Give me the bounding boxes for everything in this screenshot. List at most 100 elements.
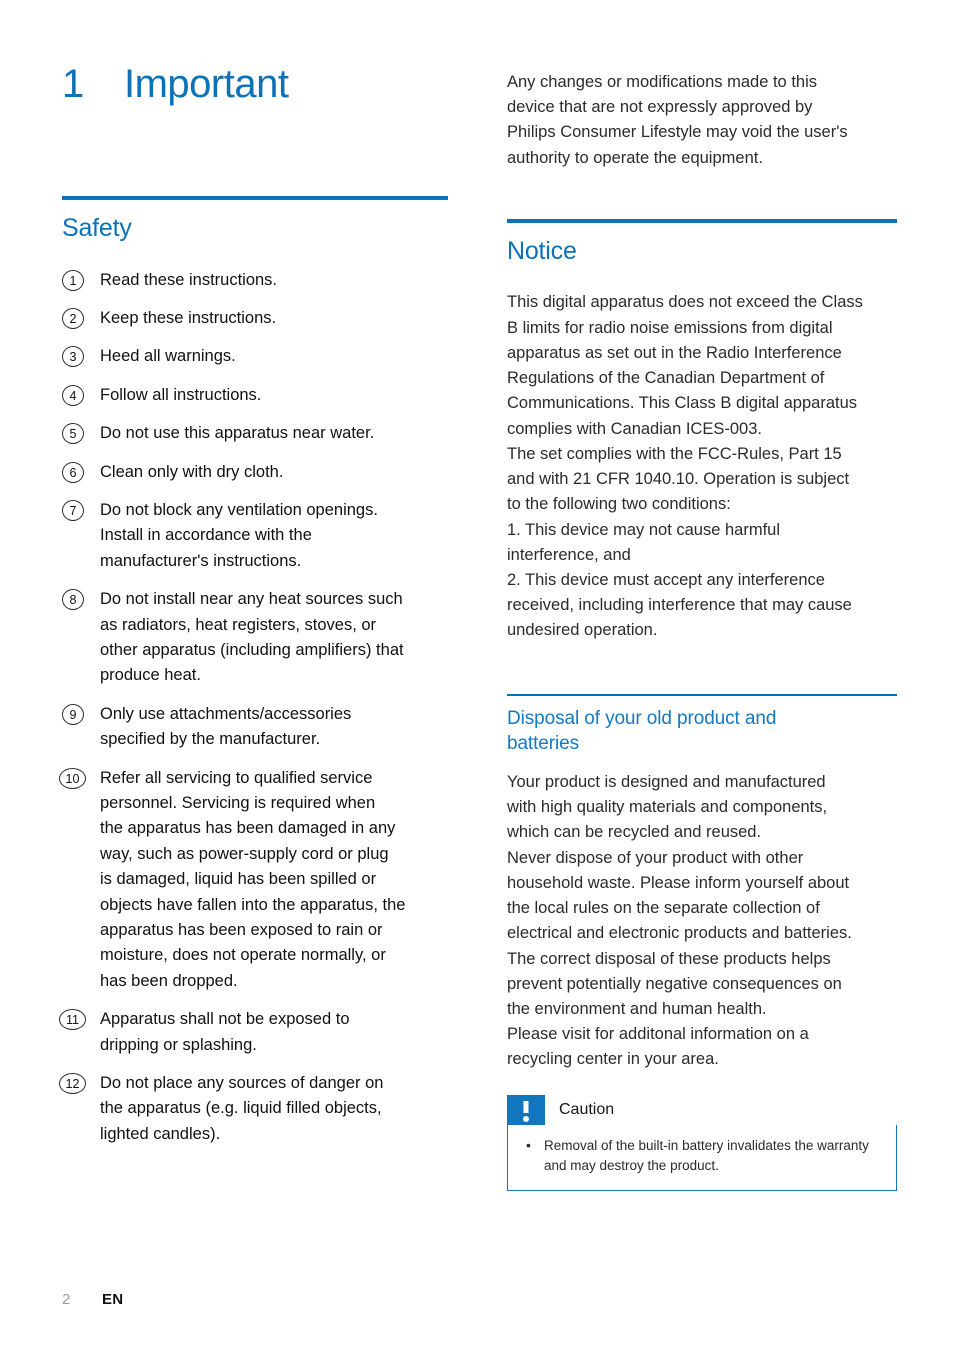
page-footer: 2 EN xyxy=(62,1291,123,1308)
text-line: interference, and xyxy=(507,545,631,564)
text-line: recycling center in your area. xyxy=(507,1050,719,1069)
safety-item-text: Keep these instructions. xyxy=(100,306,448,331)
notice-paragraph: This digital apparatus does not exceed t… xyxy=(507,290,897,643)
text-line: the local rules on the separate collecti… xyxy=(507,899,820,918)
text-line: Do not use this apparatus near water. xyxy=(100,424,375,443)
safety-list-item: 4 Follow all instructions. xyxy=(62,383,448,408)
safety-item-text: Clean only with dry cloth. xyxy=(100,460,448,485)
text-line: Never dispose of your product with other xyxy=(507,848,804,867)
text-line: Regulations of the Canadian Department o… xyxy=(507,369,825,388)
text-line: Do not block any ventilation openings. xyxy=(100,500,378,519)
text-line: household waste. Please inform yourself … xyxy=(507,873,850,892)
circled-number-icon: 12 xyxy=(59,1073,86,1095)
text-line: 1. This device may not cause harmful xyxy=(507,520,780,539)
text-line: Do not install near any heat sources suc… xyxy=(100,590,403,609)
disposal-section-divider xyxy=(507,693,897,696)
text-line: the apparatus (e.g. liquid filled object… xyxy=(100,1099,382,1118)
safety-list-item: 9 Only use attachments/accessories specifi… xyxy=(62,702,448,753)
exclamation-dot xyxy=(523,1115,529,1122)
text-line: apparatus has been exposed to rain or xyxy=(100,921,383,940)
page-title: 1 Important xyxy=(62,62,289,107)
safety-item-text: Only use attachments/accessories specifie… xyxy=(100,702,448,753)
right-column: Any changes or modifications made to thi… xyxy=(507,70,897,1191)
text-line: undesired operation. xyxy=(507,621,658,640)
language-code: EN xyxy=(102,1291,124,1308)
text-line: The correct disposal of these products h… xyxy=(507,949,831,968)
circled-number-icon: 9 xyxy=(62,703,84,725)
text-line: device that are not expressly approved b… xyxy=(507,98,813,117)
text-line: electrical and electronic products and b… xyxy=(507,924,852,943)
text-line: dripping or splashing. xyxy=(100,1035,257,1054)
page-number: 2 xyxy=(62,1291,71,1308)
text-line: which can be recycled and reused. xyxy=(507,823,762,842)
caution-header: Caution xyxy=(507,1094,897,1125)
text-line: specified by the manufacturer. xyxy=(100,730,321,749)
text-line: personnel. Servicing is required when xyxy=(100,794,376,812)
circled-number-icon: 10 xyxy=(59,767,86,789)
text-line: prevent potentially negative consequence… xyxy=(507,974,842,993)
disposal-heading: Disposal of your old product and batterie… xyxy=(507,706,897,756)
text-line: as radiators, heat registers, stoves, or xyxy=(100,615,377,634)
text-line: Disposal of your old product and xyxy=(507,707,777,729)
text-line: Philips Consumer Lifestyle may void the … xyxy=(507,123,848,142)
text-line: This digital apparatus does not exceed t… xyxy=(507,293,863,312)
text-line: objects have fallen into the apparatus, … xyxy=(100,895,406,914)
circled-number-icon: 7 xyxy=(62,499,84,521)
text-line: batteries xyxy=(507,732,579,754)
text-line: and with 21 CFR 1040.10. Operation is su… xyxy=(507,470,850,489)
text-line: Apparatus shall not be exposed to xyxy=(100,1010,350,1029)
disposal-paragraph: Your product is designed and manufacture… xyxy=(507,770,897,1073)
exclamation-icon xyxy=(507,1094,545,1125)
safety-list-item: 6 Clean only with dry cloth. xyxy=(62,460,448,485)
safety-item-text: Apparatus shall not be exposed to drippin… xyxy=(100,1007,448,1058)
circled-number-icon: 1 xyxy=(62,269,84,291)
text-line: Install in accordance with the xyxy=(100,526,312,545)
text-line: Only use attachments/accessories xyxy=(100,704,352,723)
safety-item-text: Do not use this apparatus near water. xyxy=(100,421,448,446)
left-column: Safety 1 Read these instructions. 2 Keep th… xyxy=(59,196,448,1160)
safety-list-item: 5 Do not use this apparatus near water. xyxy=(62,421,448,446)
text-line: 2. This device must accept any interfere… xyxy=(507,571,825,590)
safety-list-item: 7 Do not block any ventilation openings. I… xyxy=(62,498,448,574)
safety-list-item: 8 Do not install near any heat sources su… xyxy=(62,587,448,689)
fcc-intro-paragraph: Any changes or modifications made to thi… xyxy=(507,70,897,171)
text-line: received, including interference that ma… xyxy=(507,596,852,615)
notice-section-divider xyxy=(507,218,897,223)
safety-list-item: 3 Heed all warnings. xyxy=(62,344,448,369)
text-line: The set complies with the FCC-Rules, Par… xyxy=(507,444,842,463)
text-line: Heed all warnings. xyxy=(100,347,236,366)
safety-list-item: 10 Refer all servicing to qualified servi… xyxy=(59,766,448,995)
caution-title: Caution xyxy=(559,1100,615,1118)
circled-number-icon: 5 xyxy=(62,423,84,445)
text-line: manufacturer's instructions. xyxy=(100,551,302,570)
safety-heading: Safety xyxy=(62,214,132,242)
text-line: Communications. This Class B digital app… xyxy=(507,394,858,413)
text-line: has been dropped. xyxy=(100,971,238,990)
text-line: apparatus as set out in the Radio Interf… xyxy=(507,343,842,362)
text-line: authority to operate the equipment. xyxy=(507,148,763,167)
circled-number-icon: 8 xyxy=(62,589,84,611)
text-line: Refer all servicing to qualified service xyxy=(100,768,373,787)
chapter-number: 1 xyxy=(62,62,84,106)
text-line: complies with Canadian ICES-003. xyxy=(507,419,762,438)
circled-number-icon: 2 xyxy=(62,307,84,329)
text-line: other apparatus (including amplifiers) t… xyxy=(100,640,404,659)
safety-instruction-list: 1 Read these instructions. 2 Keep these ins… xyxy=(59,268,448,1148)
text-line: moisture, does not operate normally, or xyxy=(100,946,386,965)
text-line: Read these instructions. xyxy=(100,270,278,289)
text-line: with high quality materials and componen… xyxy=(507,798,828,817)
safety-list-item: 12 Do not place any sources of danger on t… xyxy=(59,1071,448,1147)
text-line: lighted candles). xyxy=(100,1124,221,1143)
text-line: to the following two conditions: xyxy=(507,495,731,514)
text-line: the environment and human health. xyxy=(507,999,767,1018)
safety-item-text: Follow all instructions. xyxy=(100,383,448,408)
caution-bullet-item: Removal of the built-in battery invalida… xyxy=(522,1135,882,1177)
caution-body: Removal of the built-in battery invalida… xyxy=(507,1124,897,1191)
safety-item-text: Refer all servicing to qualified service… xyxy=(100,766,448,995)
safety-item-text: Do not place any sources of danger on the… xyxy=(100,1071,448,1147)
chapter-title: Important xyxy=(124,62,289,106)
text-line: Keep these instructions. xyxy=(100,308,277,327)
safety-list-item: 11 Apparatus shall not be exposed to dripp… xyxy=(59,1007,448,1058)
text-line: Your product is designed and manufacture… xyxy=(507,772,826,791)
circled-number-icon: 11 xyxy=(59,1009,86,1031)
